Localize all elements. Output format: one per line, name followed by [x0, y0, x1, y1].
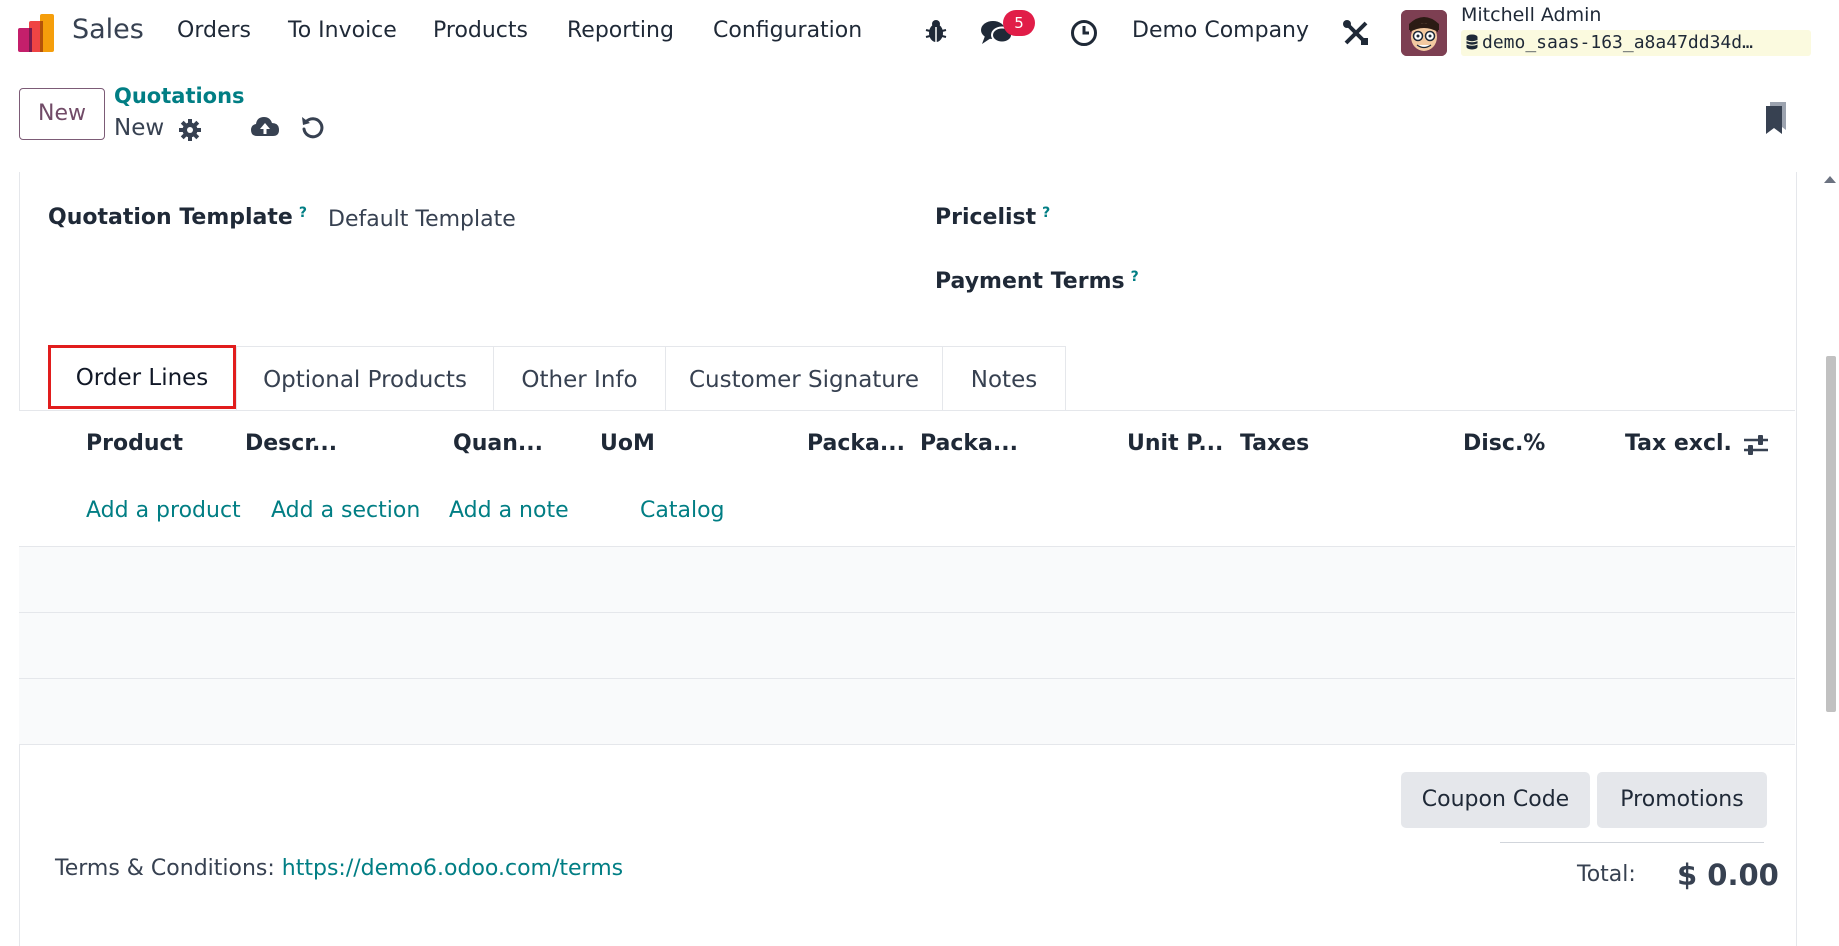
message-count-badge: 5 — [1003, 10, 1035, 36]
gear-icon[interactable] — [178, 118, 202, 142]
column-packaging-qty[interactable]: Packa... — [807, 431, 905, 456]
quotation-template-label-text: Quotation Template — [48, 205, 293, 230]
quotation-template-help[interactable]: ? — [299, 205, 307, 221]
menu-products[interactable]: Products — [433, 18, 528, 43]
payment-terms-label-text: Payment Terms — [935, 269, 1125, 294]
tab-order-lines[interactable]: Order Lines — [48, 345, 236, 409]
payment-terms-help[interactable]: ? — [1131, 269, 1139, 285]
order-lines-header: Product Descr... Quan... UoM Packa... Pa… — [19, 410, 1795, 480]
company-switcher[interactable]: Demo Company — [1132, 18, 1309, 43]
tab-notes[interactable]: Notes — [942, 346, 1066, 412]
app-name[interactable]: Sales — [72, 14, 144, 45]
pricelist-field[interactable] — [1120, 200, 1760, 236]
add-product-link[interactable]: Add a product — [86, 498, 241, 523]
tab-other-info[interactable]: Other Info — [493, 346, 666, 412]
terms-link[interactable]: https://demo6.odoo.com/terms — [282, 856, 623, 881]
catalog-link[interactable]: Catalog — [640, 498, 725, 523]
database-name: demo_saas-163_a8a47dd34d… — [1482, 32, 1753, 53]
quotation-template-label: Quotation Template? — [48, 205, 307, 230]
terms-conditions: Terms & Conditions: https://demo6.odoo.c… — [55, 856, 623, 881]
control-panel: New Quotations New — [0, 66, 1839, 173]
optional-columns-sliders-icon[interactable] — [1743, 433, 1769, 457]
empty-row — [19, 547, 1795, 613]
scrollbar-thumb[interactable] — [1826, 356, 1836, 712]
database-name-badge: demo_saas-163_a8a47dd34d… — [1461, 30, 1811, 56]
total-label: Total: — [1577, 862, 1636, 887]
payment-terms-field[interactable] — [1140, 262, 1760, 298]
tab-optional-products[interactable]: Optional Products — [236, 346, 494, 412]
total-divider — [1500, 842, 1764, 843]
pricelist-help[interactable]: ? — [1042, 205, 1050, 221]
column-discount[interactable]: Disc.% — [1463, 431, 1545, 456]
column-uom[interactable]: UoM — [600, 431, 655, 456]
top-navbar: Sales Orders To Invoice Products Reporti… — [0, 0, 1839, 66]
discard-undo-icon[interactable] — [300, 114, 326, 140]
terms-label: Terms & Conditions: — [55, 856, 282, 881]
pricelist-label-text: Pricelist — [935, 205, 1037, 230]
user-name[interactable]: Mitchell Admin — [1461, 4, 1601, 26]
activity-clock-icon[interactable] — [1070, 19, 1098, 47]
column-quantity[interactable]: Quan... — [453, 431, 543, 456]
payment-terms-label: Payment Terms? — [935, 269, 1139, 294]
pricelist-label: Pricelist? — [935, 205, 1050, 230]
column-packaging[interactable]: Packa... — [920, 431, 1018, 456]
empty-row — [19, 679, 1795, 745]
menu-to-invoice[interactable]: To Invoice — [288, 18, 397, 43]
column-product[interactable]: Product — [86, 431, 183, 456]
sales-app-icon[interactable] — [18, 14, 58, 52]
add-section-link[interactable]: Add a section — [271, 498, 420, 523]
settings-tools-icon[interactable] — [1342, 19, 1370, 47]
quotation-template-field[interactable]: Default Template — [328, 207, 516, 232]
promotions-button[interactable]: Promotions — [1597, 772, 1767, 828]
column-taxes[interactable]: Taxes — [1240, 431, 1309, 456]
debug-bug-icon[interactable] — [924, 18, 948, 44]
scroll-up-arrow-icon[interactable] — [1824, 176, 1836, 183]
breadcrumb-quotations[interactable]: Quotations — [114, 84, 245, 108]
menu-orders[interactable]: Orders — [177, 18, 251, 43]
cloud-upload-icon[interactable] — [250, 114, 280, 140]
column-description[interactable]: Descr... — [245, 431, 337, 456]
tab-customer-signature[interactable]: Customer Signature — [665, 346, 943, 412]
add-note-link[interactable]: Add a note — [449, 498, 569, 523]
new-record-button[interactable]: New — [19, 88, 105, 140]
total-amount: $ 0.00 — [1677, 858, 1779, 892]
column-unit-price[interactable]: Unit P... — [1127, 431, 1223, 456]
user-avatar[interactable] — [1401, 10, 1447, 56]
bookmark-icon[interactable] — [1764, 102, 1788, 134]
menu-configuration[interactable]: Configuration — [713, 18, 862, 43]
empty-row — [19, 613, 1795, 679]
column-tax-excluded[interactable]: Tax excl. — [1625, 431, 1732, 456]
database-icon — [1466, 34, 1478, 50]
menu-reporting[interactable]: Reporting — [567, 18, 674, 43]
add-line-row: Add a product Add a section Add a note C… — [19, 478, 1795, 547]
coupon-code-button[interactable]: Coupon Code — [1401, 772, 1590, 828]
breadcrumb-current: New — [114, 115, 165, 141]
